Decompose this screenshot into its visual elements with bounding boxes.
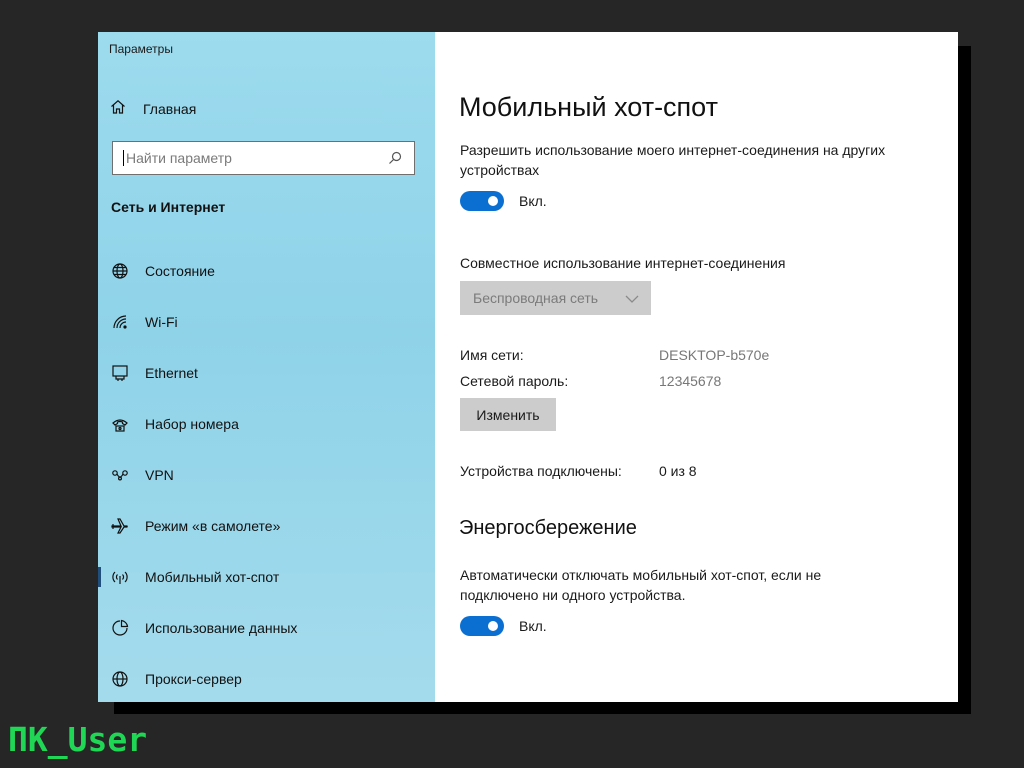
sidebar-item-label: Ethernet: [145, 364, 198, 381]
page-title: Мобильный хот-спот: [459, 92, 718, 122]
sidebar-item-vpn[interactable]: VPN: [98, 449, 435, 500]
sidebar-item-label: VPN: [145, 466, 174, 483]
chevron-down-icon: [625, 290, 639, 306]
sidebar-item-status[interactable]: Состояние: [98, 245, 435, 296]
sidebar-item-proxy[interactable]: Прокси-сервер: [98, 653, 435, 702]
ethernet-icon: [110, 363, 130, 383]
dialup-icon: [110, 414, 130, 434]
sidebar-item-label: Набор номера: [145, 415, 239, 432]
share-toggle-row: Вкл.: [460, 191, 547, 211]
sidebar-item-label: Wi-Fi: [145, 313, 178, 330]
share-from-label: Совместное использование интернет-соедин…: [460, 255, 786, 271]
search-icon[interactable]: [388, 149, 406, 167]
devices-connected-value: 0 из 8: [659, 463, 697, 479]
sidebar-item-dialup[interactable]: Набор номера: [98, 398, 435, 449]
toggle-knob: [488, 196, 498, 206]
home-nav-item[interactable]: Главная: [110, 98, 410, 120]
search-input[interactable]: [124, 150, 388, 166]
sidebar: Параметры Главная Найти параметр Сеть и …: [98, 32, 435, 702]
sidebar-item-label: Использование данных: [145, 619, 298, 636]
network-password-value: 12345678: [659, 373, 722, 389]
sidebar-nav: Состояние Wi-Fi Ethernet Набор номера VP…: [98, 245, 435, 702]
sidebar-item-hotspot[interactable]: Мобильный хот-спот: [98, 551, 435, 602]
sidebar-item-wifi[interactable]: Wi-Fi: [98, 296, 435, 347]
power-saving-toggle[interactable]: [460, 616, 504, 636]
power-toggle-row: Вкл.: [460, 616, 547, 636]
sidebar-item-label: Прокси-сервер: [145, 670, 242, 687]
search-box[interactable]: [112, 141, 415, 175]
wifi-icon: [110, 312, 130, 332]
sidebar-item-ethernet[interactable]: Ethernet: [98, 347, 435, 398]
sidebar-item-label: Мобильный хот-спот: [145, 568, 280, 585]
window-title: Параметры: [109, 42, 173, 56]
dropdown-value: Беспроводная сеть: [473, 290, 599, 306]
section-title: Сеть и Интернет: [111, 199, 226, 215]
network-password-label: Сетевой пароль:: [460, 373, 569, 389]
sidebar-item-label: Режим «в самолете»: [145, 517, 281, 534]
share-toggle[interactable]: [460, 191, 504, 211]
sidebar-item-airplane[interactable]: Режим «в самолете»: [98, 500, 435, 551]
data-usage-icon: [110, 618, 130, 638]
power-saving-title: Энергосбережение: [459, 517, 637, 539]
network-name-value: DESKTOP-b570e: [659, 347, 770, 363]
toggle-knob: [488, 621, 498, 631]
globe-icon: [110, 261, 130, 281]
vpn-icon: [110, 465, 130, 485]
share-description: Разрешить использование моего интернет-с…: [460, 142, 886, 178]
edit-button[interactable]: Изменить: [460, 398, 556, 431]
sidebar-item-data-usage[interactable]: Использование данных: [98, 602, 435, 653]
airplane-icon: [110, 516, 130, 536]
share-toggle-state: Вкл.: [519, 193, 547, 209]
sidebar-item-label: Состояние: [145, 262, 215, 279]
watermark-text: ПК_User: [8, 720, 148, 759]
screenshot-stage: Параметры Главная Найти параметр Сеть и …: [0, 0, 1024, 768]
network-name-label: Имя сети:: [460, 347, 524, 363]
power-toggle-state: Вкл.: [519, 618, 547, 634]
home-label: Главная: [143, 101, 197, 117]
devices-connected-label: Устройства подключены:: [460, 463, 622, 479]
share-from-dropdown[interactable]: Беспроводная сеть: [460, 281, 651, 315]
settings-window: Параметры Главная Найти параметр Сеть и …: [98, 32, 958, 702]
hotspot-icon: [110, 567, 130, 587]
content-pane: Мобильный хот-спот Разрешить использован…: [435, 32, 958, 702]
globe-icon: [110, 669, 130, 689]
power-saving-description: Автоматически отключать мобильный хот-сп…: [460, 567, 822, 603]
home-icon: [110, 99, 126, 120]
